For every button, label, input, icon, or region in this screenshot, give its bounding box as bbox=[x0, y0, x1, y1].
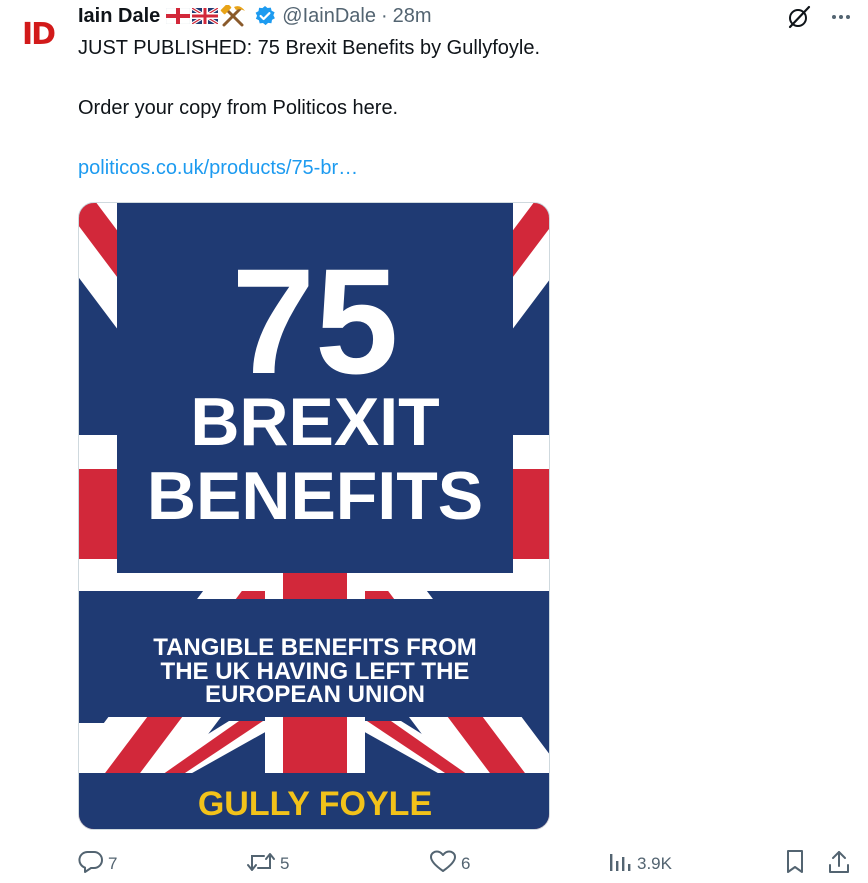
bookmark-button[interactable] bbox=[783, 848, 807, 880]
tweet-header: Iain Dale @IainDale · 28m bbox=[78, 3, 432, 29]
name-emojis bbox=[166, 5, 248, 27]
share-icon bbox=[826, 848, 852, 881]
repost-button[interactable]: 5 bbox=[246, 848, 289, 880]
bookmark-icon bbox=[783, 848, 807, 881]
cover-title-line2: BENEFITS bbox=[147, 458, 483, 534]
handle[interactable]: @IainDale bbox=[282, 5, 376, 28]
display-name[interactable]: Iain Dale bbox=[78, 5, 160, 28]
cover-author: GULLY FOYLE bbox=[198, 785, 432, 823]
more-icon[interactable] bbox=[828, 4, 854, 30]
tweet-actions-bar: 7 5 6 3.9K bbox=[0, 848, 868, 880]
cover-number: 75 bbox=[232, 237, 399, 405]
like-button[interactable]: 6 bbox=[429, 848, 470, 880]
tweet-top-actions bbox=[786, 4, 854, 30]
reply-button[interactable]: 7 bbox=[78, 848, 117, 880]
share-button[interactable] bbox=[826, 848, 852, 880]
avatar-logo: ID bbox=[21, 16, 56, 52]
views-count: 3.9K bbox=[637, 854, 672, 873]
tweet-link[interactable]: politicos.co.uk/products/75-br… bbox=[78, 157, 358, 180]
cover-subtitle-line1: TANGIBLE BENEFITS FROM bbox=[153, 634, 477, 661]
tweet-image[interactable]: 75 BREXIT BENEFITS TANGIBLE BENEFITS FRO… bbox=[78, 202, 550, 830]
avatar[interactable]: ID bbox=[14, 14, 62, 54]
england-flag-icon bbox=[166, 8, 191, 24]
views-icon bbox=[607, 849, 633, 880]
book-cover: 75 BREXIT BENEFITS TANGIBLE BENEFITS FRO… bbox=[79, 203, 549, 829]
reply-count: 7 bbox=[108, 854, 118, 873]
reply-icon bbox=[78, 849, 104, 880]
verified-icon bbox=[254, 5, 276, 27]
tweet-text-line-1: JUST PUBLISHED: 75 Brexit Benefits by Gu… bbox=[78, 37, 541, 59]
cover-title-line1: BREXIT bbox=[190, 384, 439, 460]
hammer-pick-icon bbox=[221, 5, 246, 27]
cover-subtitle-line3: EUROPEAN UNION bbox=[205, 681, 425, 708]
separator-dot: · bbox=[380, 4, 388, 27]
uk-flag-icon bbox=[192, 8, 219, 24]
tweet-text-line-2: Order your copy from Politicos here. bbox=[78, 97, 399, 119]
like-count: 6 bbox=[461, 854, 471, 873]
repost-count: 5 bbox=[280, 854, 290, 873]
like-icon bbox=[429, 849, 457, 880]
grok-icon[interactable] bbox=[786, 4, 812, 30]
repost-icon bbox=[246, 849, 276, 880]
views-button[interactable]: 3.9K bbox=[607, 848, 672, 880]
timestamp[interactable]: 28m bbox=[393, 5, 432, 28]
